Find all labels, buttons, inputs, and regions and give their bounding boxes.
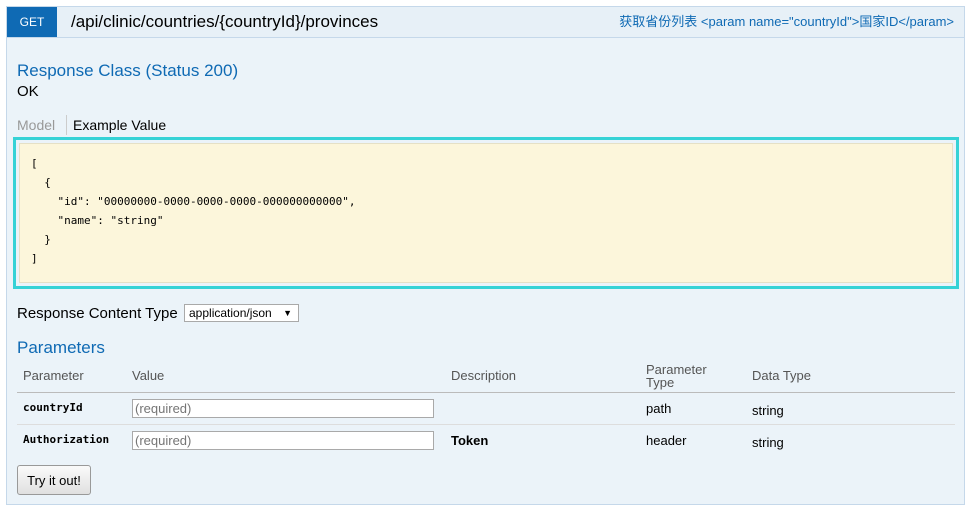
response-status-text: OK (17, 83, 39, 100)
example-value-frame: [ { "id": "00000000-0000-0000-0000-00000… (13, 137, 959, 289)
table-row-divider (17, 424, 955, 425)
operation-panel: GET /api/clinic/countries/{countryId}/pr… (6, 6, 965, 505)
response-content-type-label: Response Content Type (17, 305, 178, 322)
example-value-code[interactable]: [ { "id": "00000000-0000-0000-0000-00000… (19, 143, 953, 283)
header-data-type: Data Type (752, 368, 812, 383)
code-line: [ (31, 157, 38, 170)
operation-heading[interactable]: GET /api/clinic/countries/{countryId}/pr… (7, 7, 964, 38)
tab-model[interactable]: Model (17, 117, 55, 133)
table-header-divider (17, 392, 955, 393)
param-value-input-authorization[interactable] (132, 431, 434, 450)
tab-example-value[interactable]: Example Value (73, 117, 166, 133)
param-name: Authorization (23, 433, 110, 446)
code-line: ] (31, 252, 38, 265)
response-content-type-value: application/json (189, 306, 272, 320)
endpoint-summary[interactable]: 获取省份列表 <param name="countryId">国家ID</par… (619, 14, 954, 30)
tab-divider (66, 115, 67, 135)
param-name: countryId (23, 401, 83, 414)
response-class-title: Response Class (Status 200) (17, 61, 239, 80)
code-line: } (31, 233, 51, 246)
param-data-type: string (752, 435, 784, 450)
param-value-input-countryid[interactable] (132, 399, 434, 418)
header-value: Value (132, 368, 165, 383)
param-type: header (646, 433, 687, 448)
http-method-badge[interactable]: GET (7, 7, 57, 37)
param-type: path (646, 401, 672, 416)
header-parameter-type: Parameter Type (646, 362, 707, 390)
param-description: Token (451, 433, 489, 448)
header-description: Description (451, 368, 517, 383)
code-line: { (31, 176, 51, 189)
try-it-out-button[interactable]: Try it out! (17, 465, 91, 495)
endpoint-path[interactable]: /api/clinic/countries/{countryId}/provin… (71, 11, 378, 33)
parameters-title: Parameters (17, 338, 105, 357)
code-line: "id": "00000000-0000-0000-0000-000000000… (31, 195, 356, 208)
code-line: "name": "string" (31, 214, 164, 227)
dropdown-arrow-icon: ▼ (283, 308, 292, 318)
header-parameter: Parameter (23, 368, 84, 383)
param-data-type: string (752, 403, 784, 418)
response-content-type-select[interactable]: application/json ▼ (184, 304, 299, 322)
